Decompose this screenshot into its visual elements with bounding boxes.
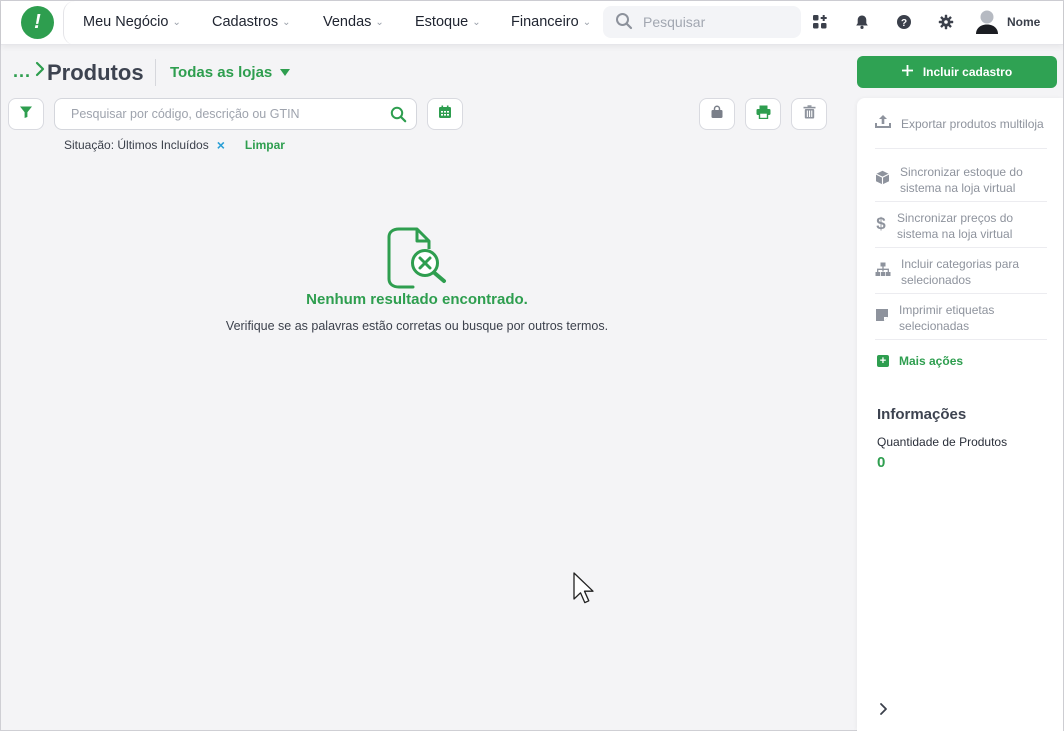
no-results-icon	[385, 227, 449, 289]
title-divider	[155, 59, 156, 86]
chevron-right-icon	[879, 703, 888, 720]
empty-state-title: Nenhum resultado encontrado.	[306, 291, 528, 308]
more-actions-label: Mais ações	[899, 354, 964, 368]
nav-financeiro[interactable]: Financeiro ⌄	[511, 14, 591, 30]
shopping-bag-icon	[710, 105, 724, 124]
search-icon[interactable]	[380, 106, 416, 123]
nav-meu-negocio[interactable]: Meu Negócio ⌄	[83, 14, 181, 30]
nav-label: Financeiro	[511, 14, 579, 30]
svg-text:?: ?	[901, 18, 907, 29]
action-sync-stock[interactable]: Sincronizar estoque do sistema na loja v…	[875, 156, 1047, 202]
action-label: Imprimir etiquetas selecionadas	[899, 303, 995, 333]
label-icon	[875, 294, 889, 339]
action-label: Sincronizar estoque do sistema na loja v…	[900, 165, 1023, 195]
clear-filters-link[interactable]: Limpar	[245, 138, 285, 152]
upload-icon	[875, 103, 891, 148]
nav-vendas[interactable]: Vendas ⌄	[323, 14, 384, 30]
sitemap-icon	[875, 248, 891, 293]
chevron-right-icon	[35, 61, 45, 82]
chevron-down-icon: ⌄	[172, 16, 181, 28]
active-filters: Situação: Últimos Incluídos × Limpar	[64, 137, 285, 153]
chevron-down-icon: ⌄	[582, 16, 592, 28]
page-title: Produtos	[47, 60, 144, 85]
action-sync-prices[interactable]: $ Sincronizar preços do sistema na loja …	[875, 202, 1047, 248]
product-search-input[interactable]	[55, 107, 380, 121]
box-icon	[875, 156, 890, 201]
more-actions-link[interactable]: + Mais ações	[877, 354, 963, 368]
user-name[interactable]: Nome	[1007, 15, 1040, 29]
dollar-icon: $	[875, 202, 887, 247]
nav-label: Estoque	[415, 14, 469, 30]
trash-icon	[803, 104, 816, 124]
nav-cadastros[interactable]: Cadastros ⌄	[212, 14, 290, 30]
empty-state-subtitle: Verifique se as palavras estão corretas …	[225, 319, 609, 333]
product-count-label: Quantidade de Produtos	[877, 435, 1008, 449]
print-icon	[756, 105, 771, 124]
help-icon[interactable]: ?	[895, 13, 913, 31]
product-count-value: 0	[877, 454, 886, 471]
filter-icon	[19, 105, 33, 124]
plus-square-icon: +	[877, 355, 889, 367]
svg-text:$: $	[876, 214, 886, 232]
nav-label: Cadastros	[212, 14, 279, 30]
plus-icon	[901, 65, 913, 79]
store-selector[interactable]: Todas as lojas	[170, 64, 291, 81]
calendar-icon	[438, 105, 452, 124]
action-label: Sincronizar preços do sistema na loja vi…	[897, 211, 1014, 241]
app-logo[interactable]: !	[21, 6, 54, 39]
remove-filter-icon[interactable]: ×	[217, 137, 225, 153]
include-record-label: Incluir cadastro	[922, 65, 1013, 79]
actions-panel: Exportar produtos multiloja Sincronizar …	[857, 98, 1063, 731]
top-bar: ! Meu Negócio ⌄ Cadastros ⌄ Vendas ⌄ Est…	[1, 1, 1063, 45]
gear-icon[interactable]	[937, 13, 955, 31]
chevron-down-icon: ⌄	[375, 16, 384, 28]
global-search-placeholder: Pesquisar	[643, 14, 706, 30]
logo-divider	[63, 1, 75, 45]
breadcrumb-ellipsis: ...	[13, 61, 32, 81]
bag-button[interactable]	[699, 98, 735, 130]
chevron-down-icon: ⌄	[282, 16, 291, 28]
action-export-multistore[interactable]: Exportar produtos multiloja	[875, 103, 1047, 149]
mouse-cursor-icon	[573, 572, 595, 609]
store-selector-value: Todas as lojas	[170, 64, 273, 81]
include-record-button[interactable]: Incluir cadastro	[857, 56, 1057, 88]
global-search[interactable]: Pesquisar	[603, 6, 801, 38]
filter-button[interactable]	[8, 98, 44, 130]
action-label: Incluir categorias para selecionados	[901, 257, 1020, 287]
logo-glyph: !	[34, 11, 41, 33]
chevron-down-icon: ⌄	[472, 16, 481, 28]
caret-down-icon	[280, 69, 291, 76]
delete-button[interactable]	[791, 98, 827, 130]
action-add-categories[interactable]: Incluir categorias para selecionados	[875, 248, 1047, 294]
nav-estoque[interactable]: Estoque ⌄	[415, 14, 481, 30]
avatar[interactable]	[975, 9, 999, 35]
apps-icon[interactable]	[811, 13, 829, 31]
product-search[interactable]	[54, 98, 417, 130]
search-icon	[615, 12, 633, 33]
bell-icon[interactable]	[853, 13, 871, 31]
situation-filter: Situação: Últimos Incluídos	[64, 138, 209, 152]
collapse-panel-button[interactable]	[879, 702, 888, 721]
action-label: Exportar produtos multiloja	[901, 117, 1044, 131]
action-print-labels[interactable]: Imprimir etiquetas selecionadas	[875, 294, 1047, 340]
nav-label: Meu Negócio	[83, 14, 169, 30]
info-title: Informações	[877, 406, 967, 423]
breadcrumb[interactable]: ...	[13, 61, 45, 82]
nav-label: Vendas	[323, 14, 372, 30]
print-button[interactable]	[745, 98, 781, 130]
date-filter-button[interactable]	[427, 98, 463, 130]
